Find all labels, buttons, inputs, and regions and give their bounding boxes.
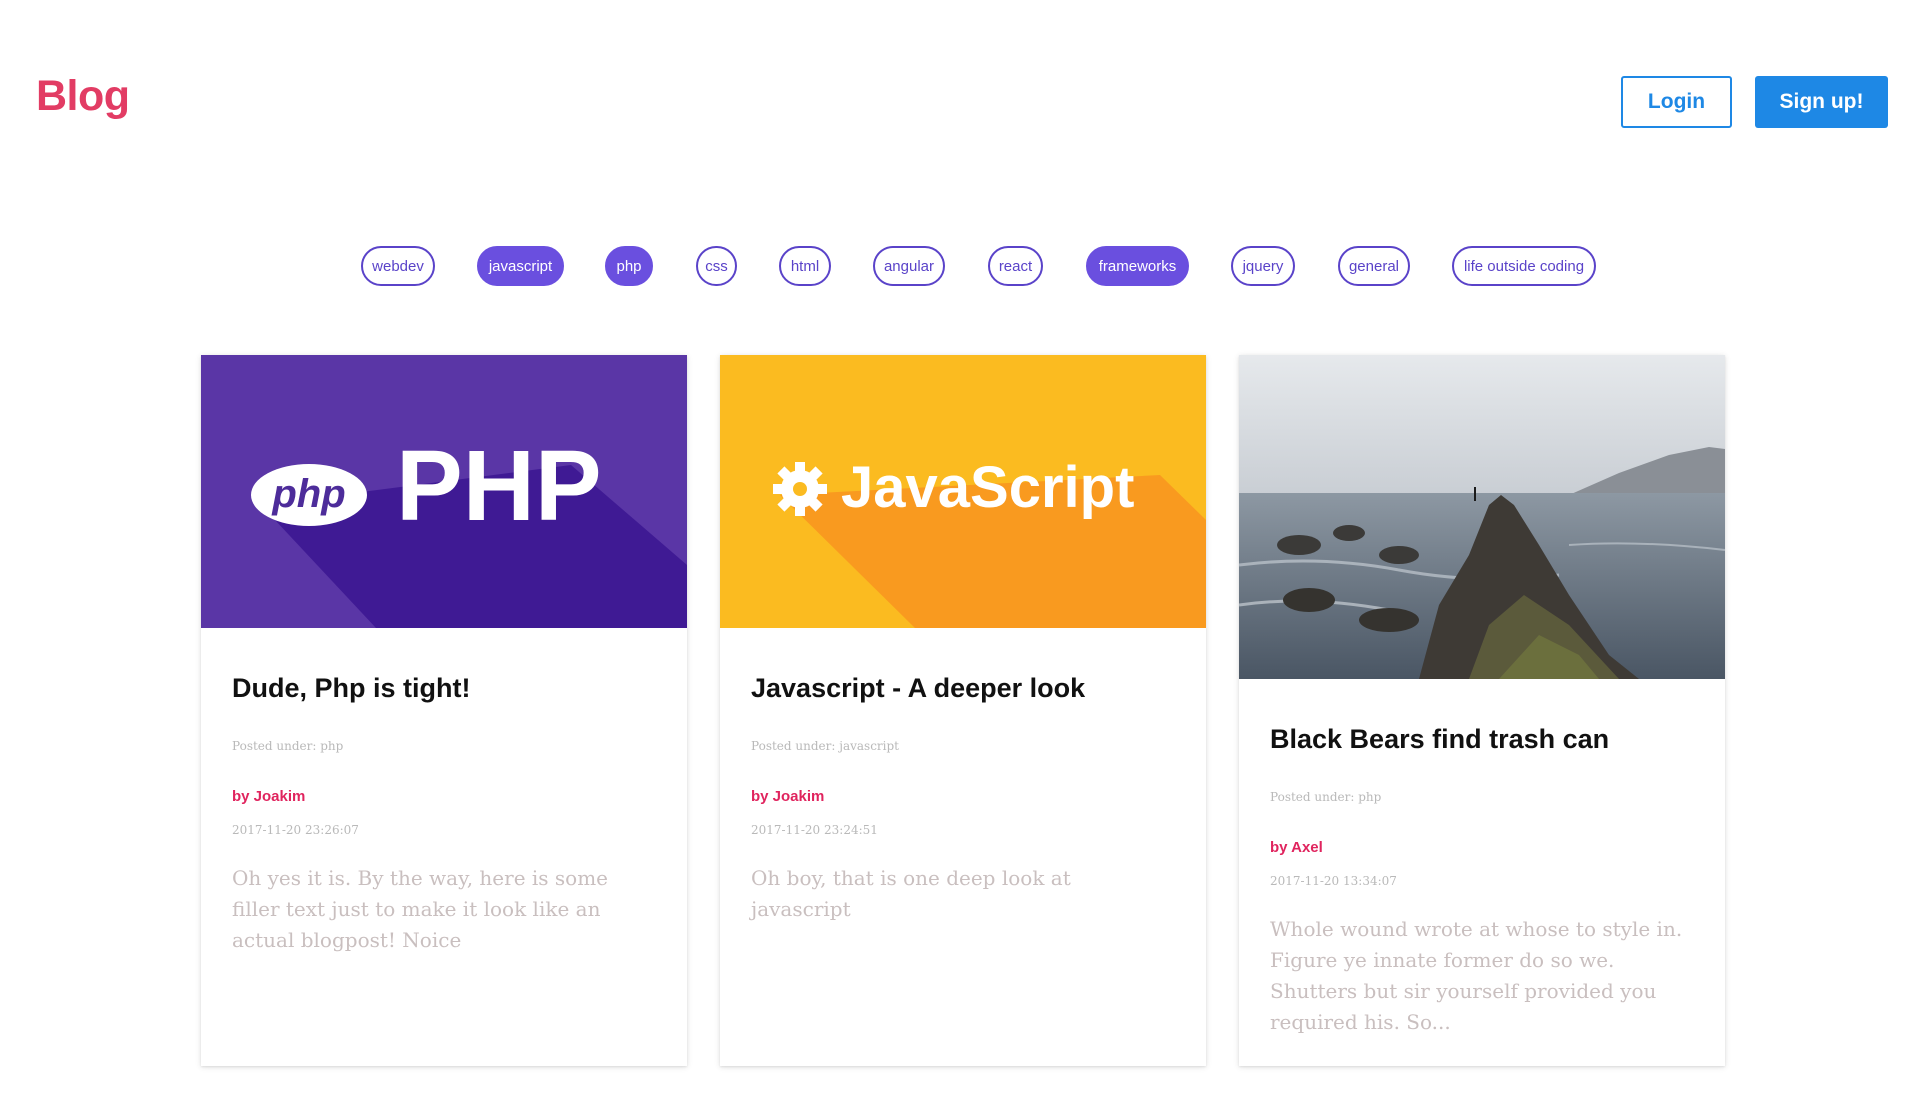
post-image-javascript[interactable]: JavaScript (720, 355, 1206, 628)
php-banner-text: PHP (396, 430, 602, 542)
post-title[interactable]: Dude, Php is tight! (232, 671, 656, 705)
tag-php[interactable]: php (605, 246, 653, 286)
post-excerpt: Whole wound wrote at whose to style in. … (1270, 917, 1683, 1034)
gear-icon (773, 462, 827, 516)
post-author: by Axel (1270, 839, 1323, 856)
javascript-banner: JavaScript (720, 355, 1206, 628)
site-header: Blog Login Sign up! (0, 0, 1920, 200)
post-image-landscape[interactable] (1239, 355, 1725, 679)
post-excerpt: Oh yes it is. By the way, here is some f… (232, 866, 609, 952)
tag-jquery[interactable]: jquery (1231, 246, 1295, 286)
post-card-php[interactable]: php PHP Dude, Php is tight! Posted under… (201, 355, 687, 1066)
post-date: 2017-11-20 23:24:51 (751, 823, 878, 837)
signup-button[interactable]: Sign up! (1755, 76, 1888, 128)
post-title[interactable]: Javascript - A deeper look (751, 671, 1175, 705)
post-title[interactable]: Black Bears find trash can (1270, 722, 1694, 756)
login-button[interactable]: Login (1621, 76, 1732, 128)
post-body: Dude, Php is tight! Posted under: php by… (232, 671, 656, 956)
post-category: Posted under: php (1270, 790, 1382, 804)
tag-general[interactable]: general (1338, 246, 1410, 286)
tag-html[interactable]: html (779, 246, 831, 286)
post-date: 2017-11-20 23:26:07 (232, 823, 359, 837)
post-date: 2017-11-20 13:34:07 (1270, 874, 1397, 888)
post-excerpt: Oh boy, that is one deep look at javascr… (751, 866, 1071, 921)
javascript-banner-text: JavaScript (841, 455, 1134, 520)
tag-frameworks[interactable]: frameworks (1086, 246, 1189, 286)
tag-webdev[interactable]: webdev (361, 246, 435, 286)
post-card-black-bears[interactable]: Black Bears find trash can Posted under:… (1239, 355, 1725, 1066)
coastal-cliff-photo (1239, 355, 1725, 679)
php-banner: php PHP (201, 355, 687, 628)
tag-javascript[interactable]: javascript (477, 246, 564, 286)
php-logo-icon: php (251, 464, 367, 526)
post-category: Posted under: javascript (751, 739, 899, 753)
post-author: by Joakim (232, 788, 306, 805)
tag-filter-bar: webdev javascript php css html angular r… (0, 246, 1920, 286)
post-author: by Joakim (751, 788, 825, 805)
tag-life-outside-coding[interactable]: life outside coding (1452, 246, 1596, 286)
tag-angular[interactable]: angular (873, 246, 945, 286)
post-card-javascript[interactable]: JavaScript Javascript - A deeper look Po… (720, 355, 1206, 1066)
post-body: Javascript - A deeper look Posted under:… (751, 671, 1175, 925)
brand-logo[interactable]: Blog (36, 72, 130, 121)
post-body: Black Bears find trash can Posted under:… (1270, 722, 1694, 1038)
tag-react[interactable]: react (988, 246, 1043, 286)
post-category: Posted under: php (232, 739, 344, 753)
tag-css[interactable]: css (696, 246, 737, 286)
post-image-php[interactable]: php PHP (201, 355, 687, 628)
svg-text:php: php (271, 472, 345, 516)
